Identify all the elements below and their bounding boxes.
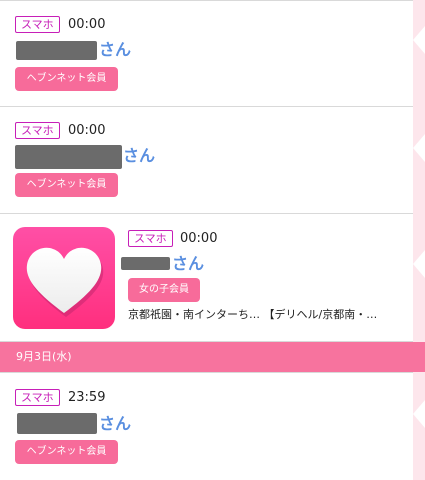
- list-item[interactable]: スマホ 00:00 さん 女の子会員 京都祇園・南インターち… 【デリヘル/京都…: [0, 214, 413, 342]
- device-badge: スマホ: [15, 122, 60, 139]
- redacted-name: [17, 413, 97, 434]
- member-type-tag: ヘブンネット会員: [15, 440, 118, 464]
- shop-description: 京都祇園・南インターち… 【デリヘル/京都南・…: [128, 308, 378, 321]
- name-suffix: さん: [123, 146, 156, 165]
- list-item[interactable]: スマホ 00:00 さん ヘブンネット会員: [0, 0, 413, 107]
- avatar[interactable]: [13, 227, 115, 329]
- name-suffix: さん: [99, 414, 132, 433]
- redacted-name: [16, 41, 97, 60]
- footprint-list: スマホ 00:00 さん ヘブンネット会員 スマホ 00:00 さん ヘブンネッ…: [0, 0, 425, 480]
- redacted-name: [15, 145, 122, 169]
- list-item[interactable]: スマホ 23:59 さん ヘブンネット会員: [0, 372, 413, 480]
- visit-time: 00:00: [68, 123, 106, 138]
- heart-icon: [26, 247, 104, 317]
- member-type-tag: 女の子会員: [128, 278, 200, 302]
- right-edge-decoration: [413, 0, 425, 480]
- visit-time: 00:00: [180, 231, 218, 246]
- name-suffix: さん: [172, 254, 205, 273]
- device-badge: スマホ: [15, 16, 60, 33]
- list-item[interactable]: スマホ 00:00 さん ヘブンネット会員: [0, 107, 413, 214]
- date-header: 9月3日(水): [0, 342, 425, 372]
- redacted-name: [121, 257, 170, 270]
- device-badge: スマホ: [15, 389, 60, 406]
- member-type-tag: ヘブンネット会員: [15, 173, 118, 197]
- name-suffix: さん: [99, 40, 132, 59]
- visit-time: 00:00: [68, 17, 106, 32]
- device-badge: スマホ: [128, 230, 173, 247]
- visit-time: 23:59: [68, 390, 106, 405]
- member-type-tag: ヘブンネット会員: [15, 67, 118, 91]
